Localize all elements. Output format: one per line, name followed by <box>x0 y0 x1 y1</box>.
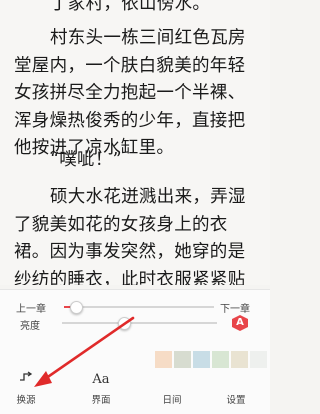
theme-swatch[interactable] <box>231 351 248 368</box>
prev-chapter-button[interactable]: 上一章 <box>16 300 46 315</box>
source-switch-icon <box>6 370 46 390</box>
tool-label: 换源 <box>16 395 36 406</box>
day-mode-button[interactable]: 日间 <box>152 370 192 406</box>
source-switch-button[interactable]: 换源 <box>6 370 46 406</box>
font-style-icon: Aa <box>92 372 110 387</box>
theme-swatch[interactable] <box>155 351 172 368</box>
reader-content[interactable]: 丁家村，依山傍水。 村东头一栋三间红色瓦房堂屋内，一个肤白貌美的年轻女孩拼尽全力… <box>0 0 270 285</box>
day-mode-icon <box>152 370 192 390</box>
paragraph: “噗呲！” <box>50 150 122 170</box>
tool-label: 设置 <box>226 395 246 406</box>
brightness-label: 亮度 <box>20 321 40 332</box>
brightness-slider[interactable] <box>62 322 217 324</box>
interface-button[interactable]: Aa 界面 <box>81 370 121 406</box>
paragraph: 硕大水花迸溅出来，弄湿了貌美如花的女孩身上的衣裙。因为事发突然，她穿的是纱纺的睡… <box>14 187 246 285</box>
settings-icon <box>216 370 256 390</box>
settings-button[interactable]: 设置 <box>216 370 256 406</box>
next-chapter-button[interactable]: 下一章 <box>220 300 250 315</box>
theme-swatch[interactable] <box>250 351 267 368</box>
chapter-progress-knob[interactable] <box>70 301 83 314</box>
brightness-knob[interactable] <box>118 317 131 330</box>
theme-swatch[interactable] <box>193 351 210 368</box>
theme-swatch[interactable] <box>212 351 229 368</box>
auto-brightness-icon[interactable]: A <box>232 315 248 331</box>
paragraph: 丁家村，依山傍水。 <box>50 0 211 14</box>
theme-swatch[interactable] <box>174 351 191 368</box>
paragraph: 村东头一栋三间红色瓦房堂屋内，一个肤白貌美的年轻女孩拼尽全力抱起一个半裸、浑身燥… <box>14 28 246 158</box>
reader-settings-panel: 上一章 下一章 亮度 A 换源 Aa 界面 日间 设置 <box>0 289 270 414</box>
chapter-progress-slider[interactable] <box>64 306 214 308</box>
tool-label: 界面 <box>91 395 111 406</box>
tool-label: 日间 <box>162 395 182 406</box>
